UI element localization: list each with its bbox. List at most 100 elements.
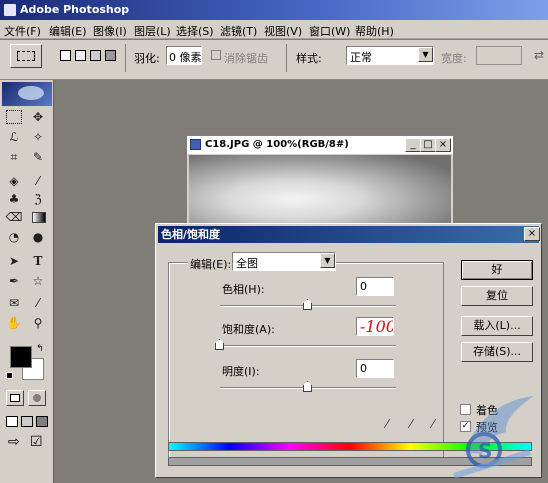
swap-icon[interactable]: ⇄ xyxy=(534,48,544,62)
save-button[interactable]: 存储(S)... xyxy=(461,342,533,362)
eyedropper-tool-icon[interactable]: ⁄ xyxy=(28,294,48,312)
edit-select[interactable]: 全图 ▼ xyxy=(232,252,336,271)
close-icon[interactable]: × xyxy=(524,227,540,241)
colorize-label: 着色 xyxy=(476,404,498,417)
saturation-label: 饱和度(A): xyxy=(222,323,275,336)
edit-select-value: 全图 xyxy=(236,257,258,270)
notes-tool-icon[interactable]: ✉ xyxy=(4,294,24,312)
eyedropper-minus-icon[interactable]: ⁄ xyxy=(432,417,434,431)
slice-tool-icon[interactable]: ✎ xyxy=(28,148,48,166)
reset-button[interactable]: 复位 xyxy=(461,286,533,306)
app-icon xyxy=(3,3,17,17)
feather-input[interactable]: 0 像素 xyxy=(166,46,202,65)
menu-select[interactable]: 选择(S) xyxy=(176,23,214,39)
divider xyxy=(286,44,287,72)
move-tool-icon[interactable]: ✥ xyxy=(28,108,48,126)
marquee-icon xyxy=(17,51,35,61)
type-tool-icon[interactable]: T xyxy=(28,252,48,270)
colorize-checkbox[interactable] xyxy=(460,404,471,415)
hue-spectrum-bar xyxy=(168,442,532,451)
saturation-slider-track[interactable] xyxy=(220,345,396,347)
shape-tool-icon[interactable]: ☆ xyxy=(28,272,48,290)
options-bar: 羽化: 0 像素 消除锯齿 样式: 正常 ▼ 宽度: ⇄ xyxy=(0,40,548,80)
document-window: C18.JPG @ 100%(RGB/8#) _ □ × xyxy=(186,135,454,230)
toolbox: ✥ ℒ ✧ ⌗ ✎ ◈ ⁄ ♣ ℨ ⌫ ◔ ● ➤ T ✒ ☆ ✉ ⁄ ✋ ⚲ … xyxy=(0,80,54,483)
edit-label: 编辑(E): xyxy=(188,256,234,272)
result-spectrum-bar xyxy=(168,457,532,466)
eyedropper-icon[interactable]: ⁄ xyxy=(386,417,388,431)
document-title-bar: C18.JPG @ 100%(RGB/8#) _ □ × xyxy=(187,136,453,154)
screen-mode-standard-icon[interactable] xyxy=(6,416,18,427)
menu-image[interactable]: 图像(I) xyxy=(93,23,127,39)
history-brush-icon[interactable]: ℨ xyxy=(28,190,48,208)
dodge-tool-icon[interactable]: ● xyxy=(28,228,48,246)
document-close-icon[interactable]: × xyxy=(435,138,451,152)
antialias-checkbox[interactable] xyxy=(211,50,221,60)
crop-tool-icon[interactable]: ⌗ xyxy=(4,148,24,166)
clone-stamp-icon[interactable]: ♣ xyxy=(4,190,24,208)
default-colors-icon[interactable] xyxy=(6,372,13,379)
menu-bar: 文件(F) 编辑(E) 图像(I) 图层(L) 选择(S) 滤镜(T) 视图(V… xyxy=(0,20,548,39)
dropdown-arrow-icon[interactable]: ▼ xyxy=(320,253,335,268)
screen-mode-full-menu-icon[interactable] xyxy=(21,416,33,427)
minimize-icon[interactable]: _ xyxy=(405,138,421,152)
path-selection-icon[interactable]: ➤ xyxy=(4,252,24,270)
screen-mode-full-icon[interactable] xyxy=(36,416,48,427)
standard-mode-icon[interactable] xyxy=(6,390,24,406)
foreground-color-swatch-top xyxy=(10,346,32,368)
hand-tool-icon[interactable]: ✋ xyxy=(4,314,24,332)
swap-colors-icon[interactable]: ↰ xyxy=(36,344,44,354)
maximize-icon[interactable]: □ xyxy=(420,138,436,152)
zoom-tool-icon[interactable]: ⚲ xyxy=(28,314,48,332)
style-value: 正常 xyxy=(350,51,372,64)
preview-checkbox[interactable]: ✓ xyxy=(460,421,471,432)
intersect-selection-icon[interactable] xyxy=(105,50,116,61)
document-icon xyxy=(190,139,201,150)
lightness-input[interactable]: 0 xyxy=(356,359,394,378)
document-canvas[interactable] xyxy=(189,155,451,229)
saturation-input[interactable]: -100 xyxy=(356,317,394,336)
hue-saturation-dialog: 色相/饱和度 × 编辑(E): 全图 ▼ 色相(H): 0 饱和度(A): -1… xyxy=(155,223,542,478)
dialog-title: 色相/饱和度 xyxy=(161,228,221,241)
gradient-tool-icon[interactable] xyxy=(32,212,46,223)
hue-label: 色相(H): xyxy=(222,283,265,296)
dropdown-arrow-icon[interactable]: ▼ xyxy=(418,47,433,62)
healing-brush-icon[interactable]: ◈ xyxy=(4,172,24,190)
eraser-tool-icon[interactable]: ⌫ xyxy=(4,208,24,226)
width-label: 宽度: xyxy=(441,52,467,65)
jump-to-imageready-icon[interactable]: ⇨ xyxy=(8,434,20,450)
lasso-tool-icon[interactable]: ℒ xyxy=(4,128,24,146)
style-select[interactable]: 正常 ▼ xyxy=(346,46,434,65)
magic-wand-icon[interactable]: ✧ xyxy=(28,128,48,146)
menu-filter[interactable]: 滤镜(T) xyxy=(220,23,257,39)
ok-button[interactable]: 好 xyxy=(461,260,533,280)
width-input[interactable] xyxy=(476,46,522,65)
quick-mask-icon[interactable] xyxy=(28,390,46,406)
load-button[interactable]: 载入(L)... xyxy=(461,316,533,336)
marquee-tool-icon[interactable] xyxy=(6,110,22,124)
feather-logo-icon xyxy=(18,86,44,100)
menu-view[interactable]: 视图(V) xyxy=(264,23,302,39)
standard-mode-glyph xyxy=(10,394,20,402)
document-title: C18.JPG @ 100%(RGB/8#) xyxy=(205,139,349,150)
menu-file[interactable]: 文件(F) xyxy=(4,23,41,39)
blur-tool-icon[interactable]: ◔ xyxy=(4,228,24,246)
menu-layer[interactable]: 图层(L) xyxy=(134,23,171,39)
pen-tool-icon[interactable]: ✒ xyxy=(4,272,24,290)
divider xyxy=(125,44,126,72)
menu-window[interactable]: 窗口(W) xyxy=(309,23,350,39)
new-selection-icon[interactable] xyxy=(60,50,71,61)
imageready-icon[interactable]: ☑ xyxy=(30,434,43,450)
menu-edit[interactable]: 编辑(E) xyxy=(49,23,87,39)
lightness-label: 明度(I): xyxy=(222,365,260,378)
eyedropper-plus-icon[interactable]: ⁄ xyxy=(410,417,412,431)
hue-input[interactable]: 0 xyxy=(356,277,394,296)
menu-help[interactable]: 帮助(H) xyxy=(355,23,394,39)
dialog-title-bar: 色相/饱和度 xyxy=(158,226,539,243)
subtract-selection-icon[interactable] xyxy=(90,50,101,61)
add-selection-icon[interactable] xyxy=(75,50,86,61)
quick-mask-glyph xyxy=(33,394,41,402)
brush-tool-icon[interactable]: ⁄ xyxy=(28,172,48,190)
tool-preset-button[interactable] xyxy=(10,44,42,68)
app-title: Adobe Photoshop xyxy=(20,3,130,16)
